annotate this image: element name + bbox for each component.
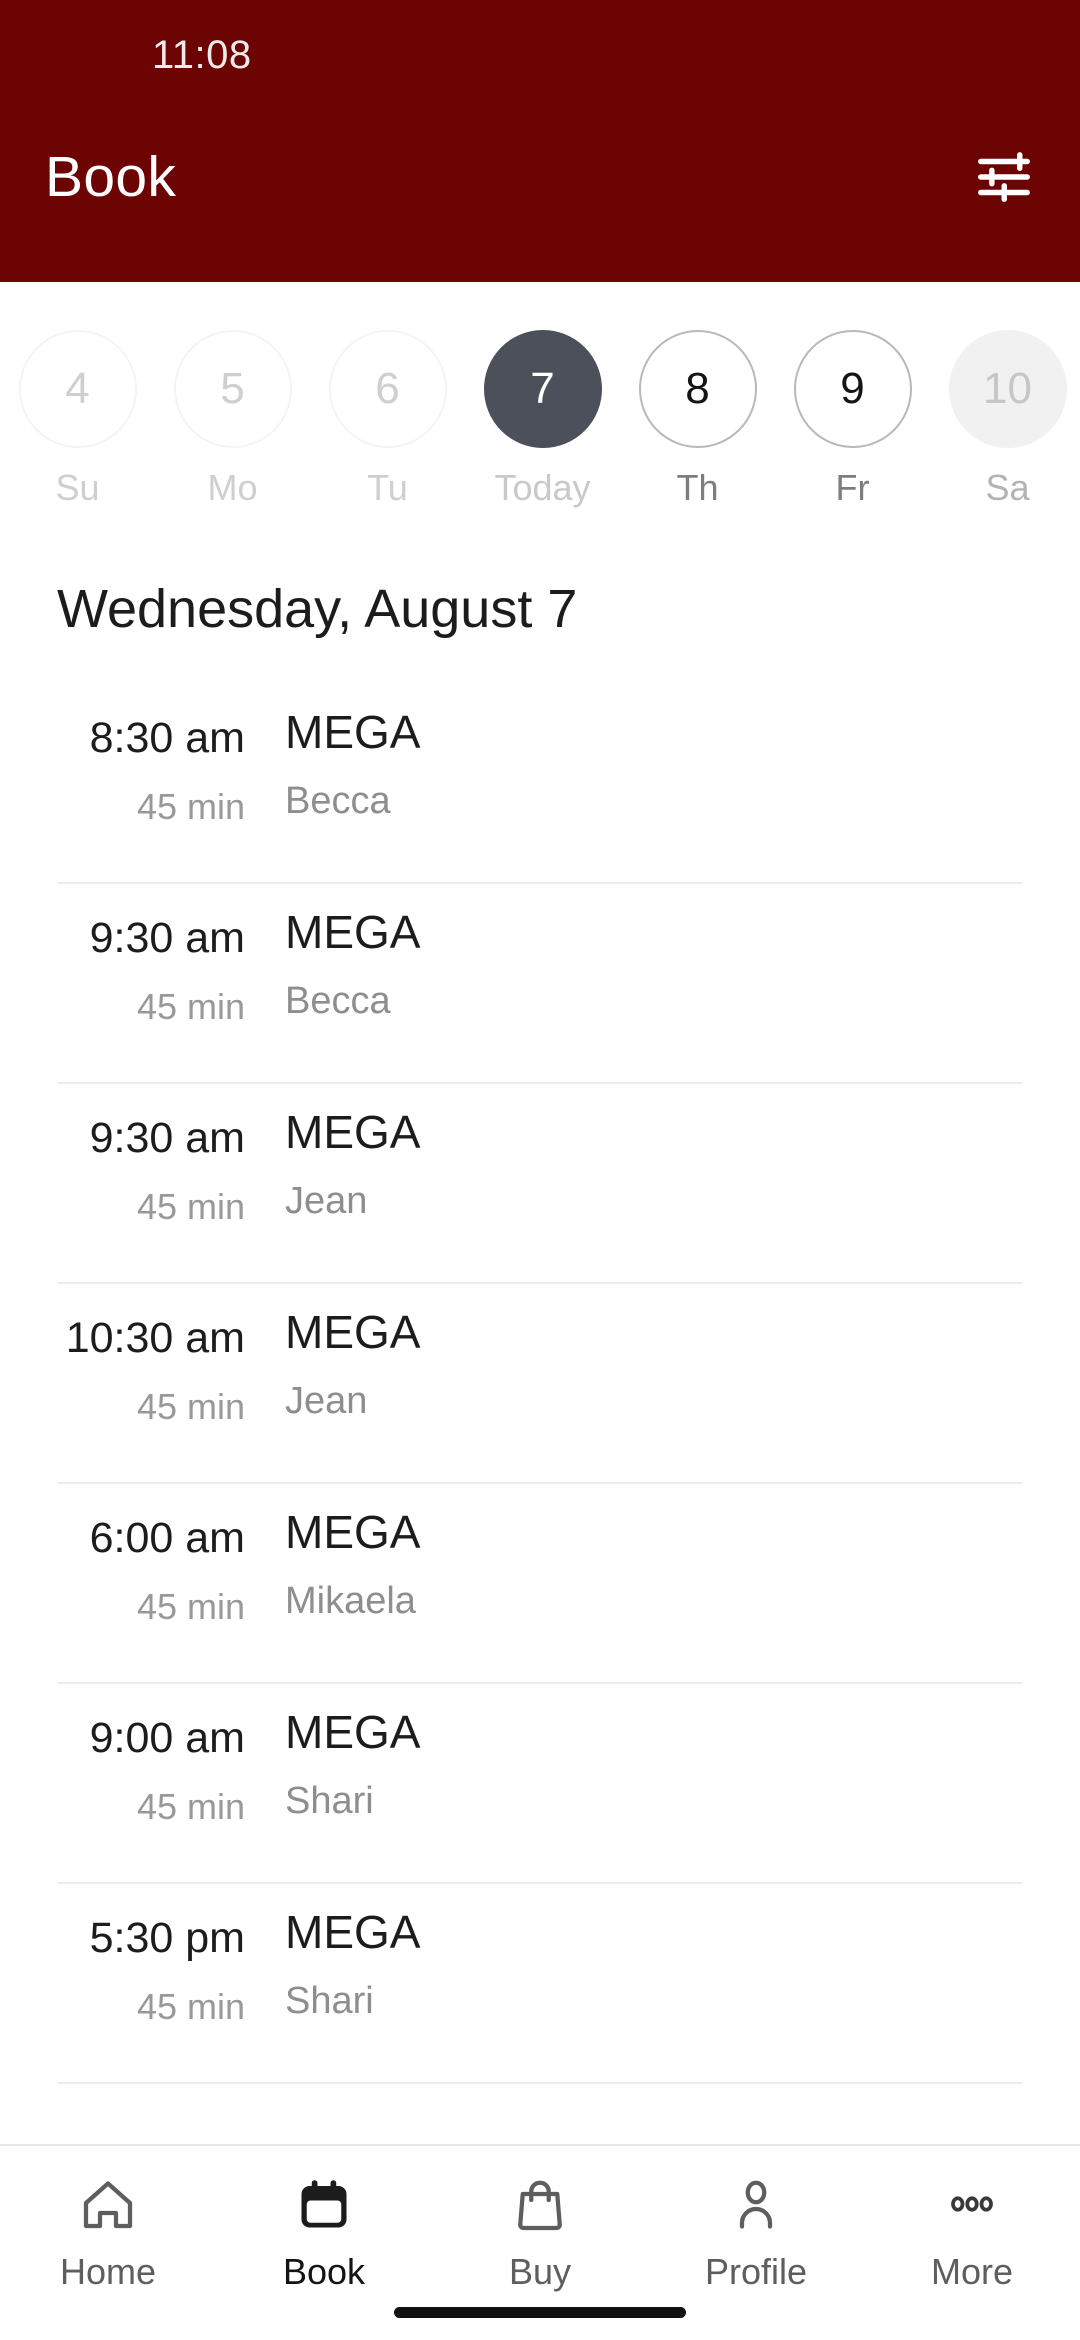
class-time-column: 9:30 am 45 min (0, 898, 285, 1027)
class-instructor: Mikaela (285, 1579, 416, 1622)
date-cell-4[interactable]: 8 Th (620, 330, 775, 506)
class-duration: 45 min (136, 1786, 245, 1828)
nav-label: Profile (704, 2251, 808, 2292)
class-row[interactable]: 8:30 am 45 min MEGA Becca (0, 684, 1080, 884)
date-cell-6[interactable]: 10 Sa (930, 330, 1080, 506)
selected-date-text: Wednesday, August 7 (57, 579, 578, 639)
class-info-column: MEGA Shari (285, 1698, 1080, 1823)
date-circle[interactable]: 5 (173, 330, 292, 448)
class-time: 9:30 am (89, 914, 245, 962)
status-bar: 11:08 (0, 0, 1080, 110)
class-instructor: Jean (285, 1379, 368, 1422)
date-circle[interactable]: 8 (638, 330, 757, 448)
class-instructor: Becca (285, 979, 391, 1022)
status-bar-clock: 11:08 (152, 32, 252, 77)
class-list[interactable]: 8:30 am 45 min MEGA Becca 9:30 am 45 min… (0, 684, 1080, 2144)
row-divider (57, 2082, 1023, 2084)
class-name: MEGA (285, 706, 421, 758)
date-weekday-label: Sa (985, 467, 1030, 508)
nav-label: More (930, 2251, 1014, 2292)
date-cell-0[interactable]: 4 Su (0, 330, 155, 506)
class-info-column: MEGA Becca (285, 898, 1080, 1023)
class-time-column: 10:30 am 45 min (0, 1298, 285, 1427)
class-instructor: Becca (285, 779, 391, 822)
date-cell-today-selected[interactable]: 7 Today (465, 330, 620, 506)
class-time-column: 6:00 am 45 min (0, 1498, 285, 1627)
date-weekday-label: Mo (207, 467, 258, 508)
date-circle[interactable]: 6 (328, 330, 447, 448)
date-circle[interactable]: 4 (18, 330, 137, 448)
ellipsis-icon (942, 2172, 1002, 2238)
class-row[interactable]: 10:30 am 45 min MEGA Jean (0, 1284, 1080, 1484)
class-time: 6:00 am (89, 1514, 245, 1562)
class-time: 9:00 am (89, 1714, 245, 1762)
nav-label: Buy (508, 2251, 572, 2292)
class-info-column: MEGA Mikaela (285, 1498, 1080, 1623)
date-circle[interactable]: 9 (793, 330, 912, 448)
date-cell-1[interactable]: 5 Mo (155, 330, 310, 506)
app-screen: 11:08 Book 4 Su 5 Mo 6 Tu 7 Today 8 Th 9… (0, 0, 1080, 2340)
class-name: MEGA (285, 1306, 421, 1358)
date-cell-5[interactable]: 9 Fr (775, 330, 930, 506)
app-bar-row: Book (0, 110, 1080, 282)
class-time: 9:30 am (89, 1114, 245, 1162)
class-row[interactable]: 5:30 pm 45 min MEGA Shari (0, 1884, 1080, 2084)
class-row[interactable]: 6:00 am 45 min MEGA Mikaela (0, 1484, 1080, 1684)
class-info-column: MEGA Jean (285, 1298, 1080, 1423)
class-duration: 45 min (136, 786, 245, 828)
class-row[interactable]: 9:00 am 45 min MEGA Shari (0, 1684, 1080, 1884)
bag-icon (510, 2172, 570, 2238)
class-time-column: 5:30 pm 45 min (0, 1898, 285, 2027)
class-name: MEGA (285, 906, 421, 958)
class-name: MEGA (285, 1506, 421, 1558)
class-info-column: MEGA Becca (285, 698, 1080, 823)
class-name: MEGA (285, 1706, 421, 1758)
class-duration: 45 min (136, 1586, 245, 1628)
class-instructor: Jean (285, 1179, 368, 1222)
date-weekday-label: Su (55, 467, 100, 508)
class-name: MEGA (285, 1906, 421, 1958)
class-time: 5:30 pm (89, 1914, 245, 1962)
home-icon (78, 2172, 138, 2238)
class-duration: 45 min (136, 1386, 245, 1428)
class-time: 8:30 am (89, 714, 245, 762)
date-circle-selected[interactable]: 7 (483, 330, 602, 448)
date-circle[interactable]: 10 (948, 330, 1067, 448)
class-row[interactable]: 9:30 am 45 min MEGA Jean (0, 1084, 1080, 1284)
person-icon (726, 2172, 786, 2238)
nav-item-profile[interactable]: Profile (648, 2172, 864, 2290)
date-weekday-label: Th (676, 467, 719, 508)
nav-item-more[interactable]: More (864, 2172, 1080, 2290)
class-duration: 45 min (136, 1186, 245, 1228)
date-selector-strip[interactable]: 4 Su 5 Mo 6 Tu 7 Today 8 Th 9 Fr 10 Sa (0, 282, 1080, 534)
class-row[interactable]: 9:30 am 45 min MEGA Becca (0, 884, 1080, 1084)
page-title: Book (45, 145, 177, 209)
date-weekday-label: Tu (367, 467, 408, 508)
calendar-icon (294, 2172, 354, 2238)
date-cell-2[interactable]: 6 Tu (310, 330, 465, 506)
class-time-column: 8:30 am 45 min (0, 698, 285, 827)
class-info-column: MEGA Jean (285, 1098, 1080, 1223)
class-instructor: Shari (285, 1779, 374, 1822)
nav-item-buy[interactable]: Buy (432, 2172, 648, 2290)
class-duration: 45 min (136, 1986, 245, 2028)
home-indicator (394, 2307, 686, 2318)
class-time: 10:30 am (65, 1314, 245, 1362)
class-time-column: 9:30 am 45 min (0, 1098, 285, 1227)
date-weekday-label: Today (494, 467, 591, 508)
nav-label: Home (59, 2251, 157, 2292)
class-duration: 45 min (136, 986, 245, 1028)
class-instructor: Shari (285, 1979, 374, 2022)
date-weekday-label: Fr (835, 467, 870, 508)
nav-item-home[interactable]: Home (0, 2172, 216, 2290)
app-bar: 11:08 Book (0, 0, 1080, 282)
selected-date-heading: Wednesday, August 7 (0, 534, 1080, 684)
class-time-column: 9:00 am 45 min (0, 1698, 285, 1827)
class-info-column: MEGA Shari (285, 1898, 1080, 2023)
nav-item-book[interactable]: Book (216, 2172, 432, 2290)
filter-icon[interactable] (973, 146, 1035, 208)
nav-label: Book (282, 2251, 366, 2292)
class-name: MEGA (285, 1106, 421, 1158)
